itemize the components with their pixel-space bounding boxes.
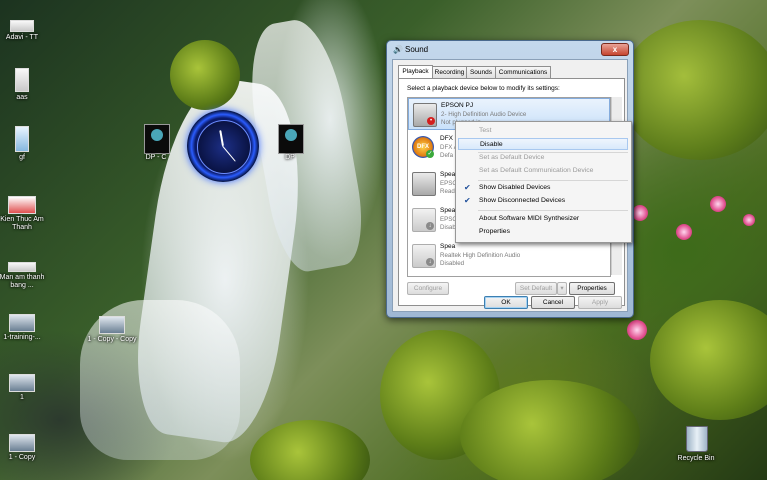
moss-rock [170,40,240,110]
cancel-button[interactable]: Cancel [531,296,575,309]
recycle-bin-icon[interactable] [686,426,708,452]
set-default-dropdown-button[interactable]: ▾ [557,282,567,295]
menu-separator [478,180,628,181]
ok-button[interactable]: OK [484,296,528,309]
moss-rock [650,300,767,420]
file-icon [10,20,34,32]
disabled-badge-icon: ↓ [426,222,434,230]
desktop-icon-man-am-thanh[interactable]: Man am thanh bang ... [0,262,52,290]
video-file-icon [9,434,35,452]
desktop-icon-1-copy[interactable]: 1 - Copy [0,434,52,462]
desktop-icon-kien-thuc[interactable]: Kien Thuc Am Thanh [0,196,52,232]
desktop-icon-recycle-bin-label[interactable]: Recycle Bin [666,455,726,463]
checkmark-icon: ✔ [464,183,471,192]
configure-button[interactable]: Configure [407,282,449,295]
set-default-button[interactable]: Set Default [515,282,557,295]
tab-communications[interactable]: Communications [495,66,551,78]
gadget-figure-icon[interactable] [278,124,304,154]
video-file-icon [99,316,125,334]
desktop-icon-adavi[interactable]: Adavi - TT [0,20,52,42]
properties-button[interactable]: Properties [569,282,615,295]
menu-item-about-midi[interactable]: About Software MIDI Synthesizer [458,213,628,225]
dialog-titlebar[interactable]: 🔊 Sound x [387,41,633,59]
menu-item-show-disconnected-devices[interactable]: ✔ Show Disconnected Devices [458,195,628,207]
disabled-badge-icon: ↓ [426,258,434,266]
close-button[interactable]: x [601,43,629,56]
menu-item-show-disabled-devices[interactable]: ✔ Show Disabled Devices [458,182,628,194]
moss-rock [620,20,767,160]
moss-rock [460,380,640,480]
menu-item-properties[interactable]: Properties [458,226,628,238]
file-icon [15,68,29,92]
desktop-icon-dp-c-label[interactable]: DP - C [126,154,186,162]
video-file-icon [9,314,35,332]
pink-flower [632,205,648,221]
media-file-icon [8,196,36,214]
menu-item-test[interactable]: Test [458,125,628,137]
context-menu: Test Disable Set as Default Device Set a… [455,121,632,243]
speaker-device-icon [412,172,436,196]
unplugged-badge-icon: • [427,117,435,125]
tab-sounds[interactable]: Sounds [466,66,496,78]
device-item-speaker-3[interactable]: ↓ Spea Realtek High Definition Audio Dis… [408,240,610,272]
desktop-icon-1[interactable]: 1 [0,374,52,402]
menu-item-set-default-communication-device[interactable]: Set as Default Communication Device [458,165,628,177]
pink-flower [743,214,755,226]
desktop-wallpaper [0,0,767,480]
pink-flower [676,224,692,240]
tab-recording[interactable]: Recording [432,66,467,78]
document-icon [15,126,29,152]
dialog-title: Sound [405,45,429,54]
menu-separator [478,210,628,211]
video-file-icon [9,374,35,392]
pink-flower [710,196,726,212]
tab-playback[interactable]: Playback [398,65,433,78]
desktop-icon-training[interactable]: 1-training-... [0,314,52,342]
clock-gadget[interactable] [187,110,259,182]
apply-button[interactable]: Apply [578,296,622,309]
instruction-text: Select a playback device below to modify… [407,85,560,92]
gadget-figure-icon[interactable] [144,124,170,154]
desktop-icon-dp-label[interactable]: DP [260,154,320,162]
pink-flower [627,320,647,340]
desktop-icon-aas[interactable]: aas [0,68,52,102]
file-icon [8,262,36,272]
menu-item-disable[interactable]: Disable [458,138,628,150]
desktop-icon-1-copy-copy[interactable]: 1 - Copy - Copy [82,316,142,344]
default-check-badge-icon: ✓ [426,150,434,158]
desktop-icon-gf[interactable]: gf [0,126,52,162]
speaker-icon: 🔊 [393,45,403,54]
menu-item-set-default-device[interactable]: Set as Default Device [458,152,628,164]
checkmark-icon: ✔ [464,196,471,205]
moss-rock [250,420,370,480]
